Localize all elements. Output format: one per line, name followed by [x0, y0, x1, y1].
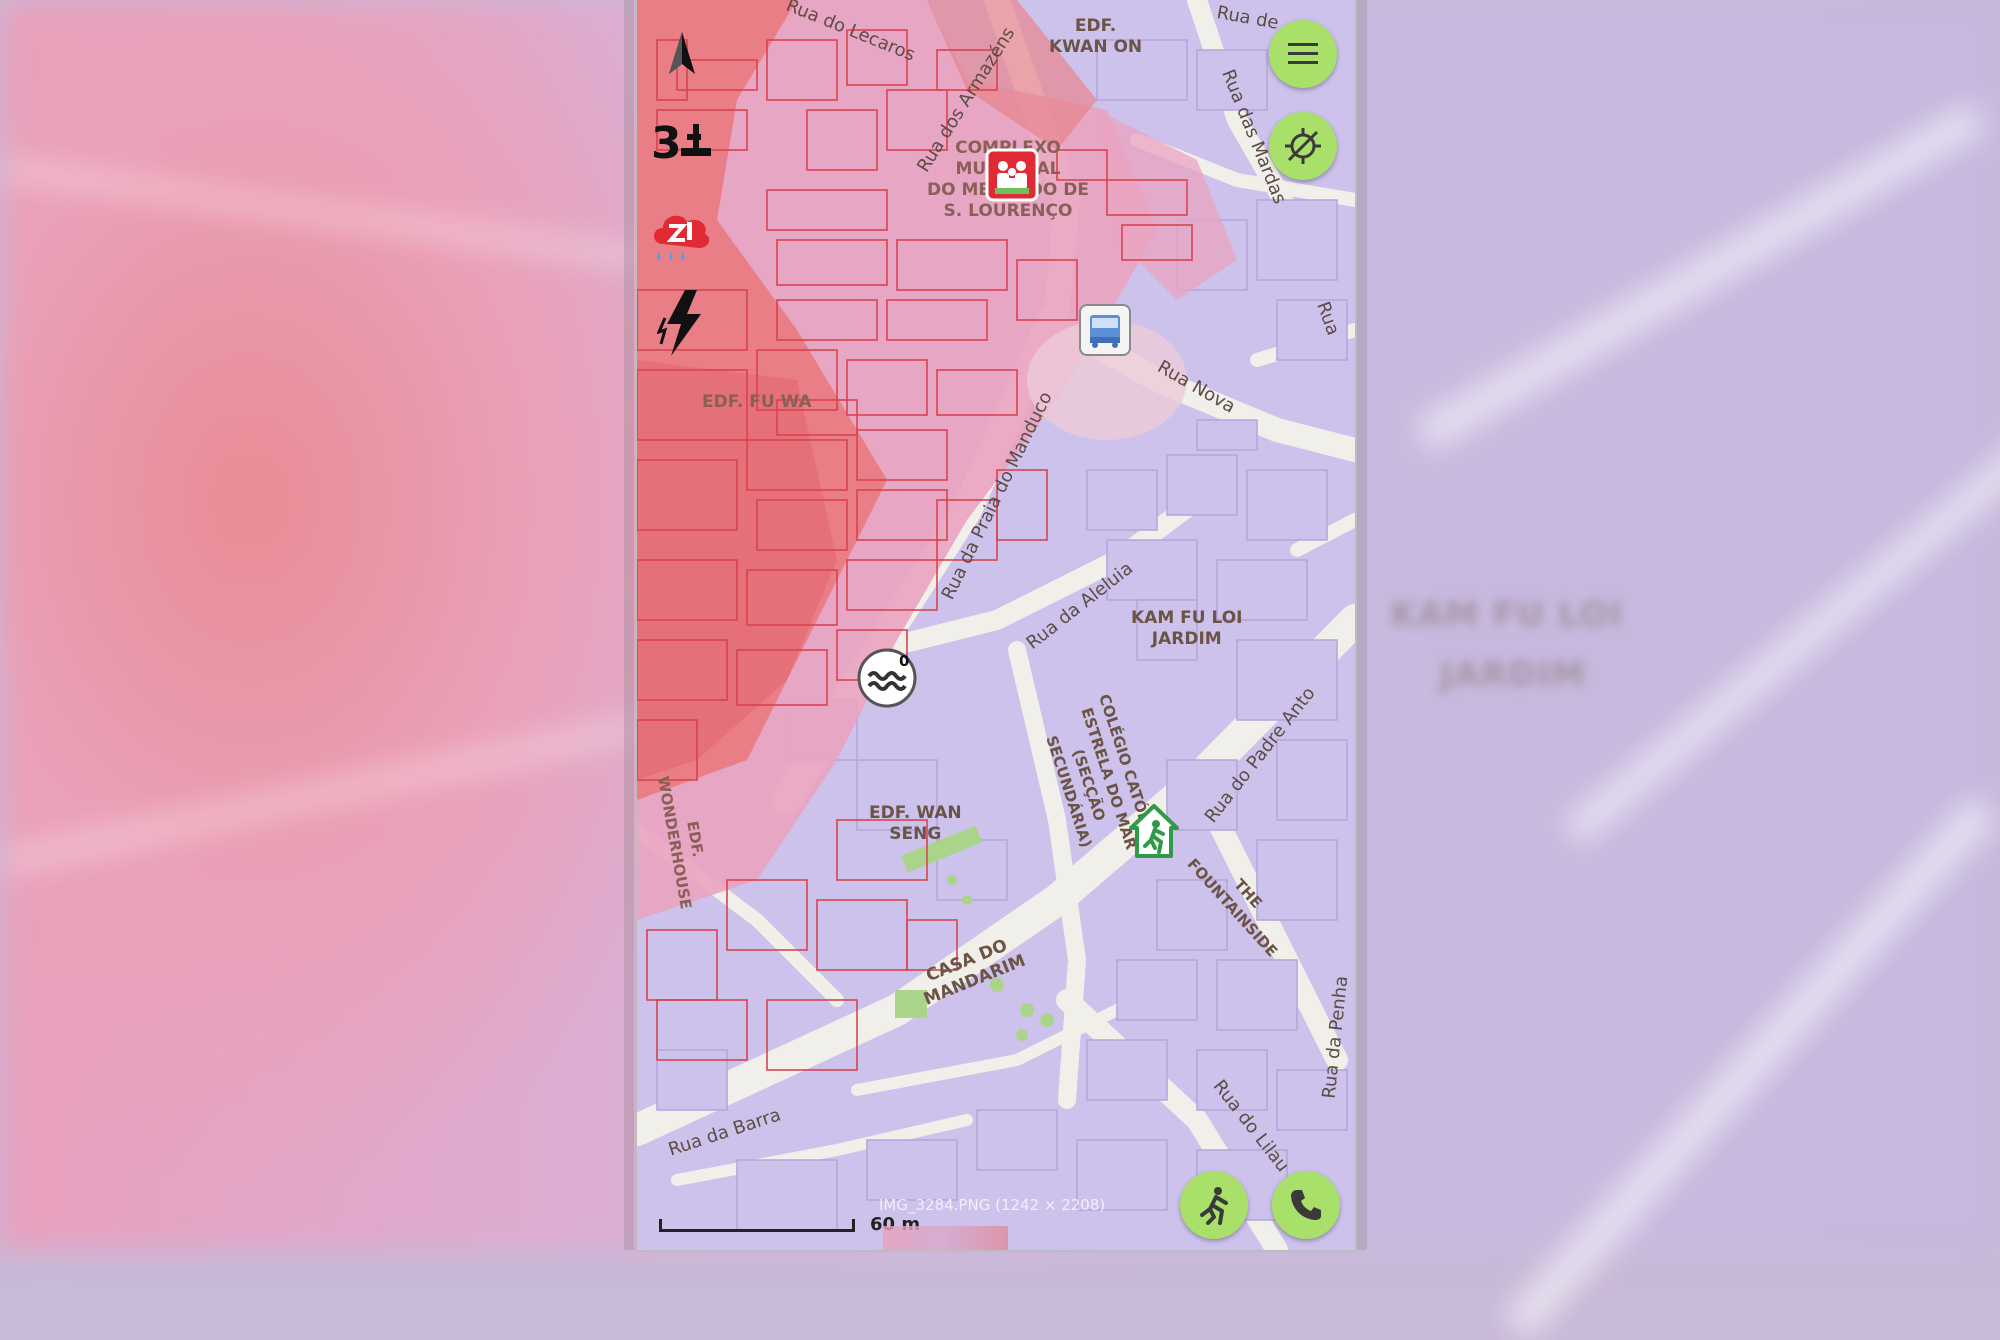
place-label-edf-fu-wa: EDF. FU WA: [702, 392, 812, 412]
map-scale-bar: [659, 1219, 855, 1232]
menu-icon: [1288, 43, 1318, 64]
flood-level-gauge-icon[interactable]: 0: [855, 646, 919, 714]
level-number: 3: [651, 118, 682, 169]
typhoon-signal-icon[interactable]: [679, 122, 713, 164]
location-off-icon: [1285, 128, 1321, 164]
storm-surge-warning-icon[interactable]: [649, 200, 713, 274]
evacuate-button[interactable]: [1180, 1171, 1248, 1239]
phone-icon: [1291, 1190, 1321, 1220]
call-button[interactable]: [1272, 1171, 1340, 1239]
evacuation-point-icon[interactable]: [1125, 802, 1183, 864]
map-screen[interactable]: EDF. KWAN ON COMPLEXO MUNICIPAL DO MERCA…: [637, 0, 1355, 1250]
running-person-icon: [1200, 1187, 1228, 1225]
menu-button[interactable]: [1269, 20, 1337, 88]
place-label-edf-wan-seng: EDF. WAN SENG: [869, 803, 962, 844]
shelter-family-icon[interactable]: [985, 148, 1039, 206]
bus-stop-icon[interactable]: [1078, 303, 1132, 361]
place-label-kam-fu-loi: KAM FU LOI JARDIM: [1131, 608, 1243, 649]
phone-edge-shadow-left: [624, 0, 634, 1250]
thunderstorm-warning-icon[interactable]: [656, 288, 709, 362]
blurred-background-label: JARDIM: [1440, 655, 1586, 695]
place-label-edf-kwan-on: EDF. KWAN ON: [1049, 16, 1143, 57]
bottom-thumbnail-strip: [883, 1226, 1008, 1250]
north-arrow-icon[interactable]: [667, 30, 697, 82]
image-file-caption: IMG_3284.PNG (1242 × 2208): [879, 1196, 1106, 1214]
location-tracking-button[interactable]: [1269, 112, 1337, 180]
phone-edge-shadow-right: [1357, 0, 1367, 1250]
flood-level-value: 0: [899, 652, 910, 670]
blurred-background-label: KAM FU LOI: [1390, 595, 1624, 635]
